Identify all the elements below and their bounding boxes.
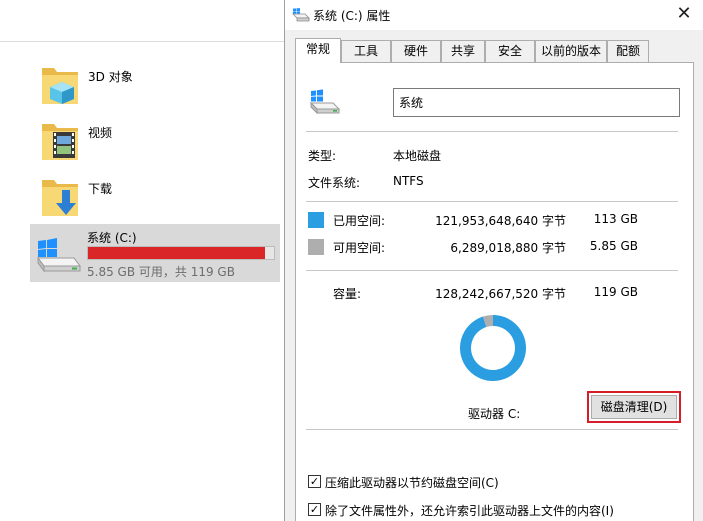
used-space-size: 113 GB — [593, 212, 638, 226]
folder-name: 视频 — [88, 126, 113, 140]
3d-objects-folder-icon — [42, 68, 78, 104]
free-space-size: 5.85 GB — [589, 239, 638, 253]
tab-hardware[interactable]: 硬件 — [391, 40, 441, 62]
capacity-label: 容量: — [333, 287, 362, 301]
hard-drive-icon — [309, 89, 341, 115]
disk-cleanup-button-label: 磁盘清理(D) — [591, 395, 677, 419]
folder-3d-objects[interactable]: 3D 对象 — [38, 62, 278, 112]
capacity-size: 119 GB — [593, 285, 638, 299]
tab-quota[interactable]: 配额 — [607, 40, 649, 62]
volume-name-input[interactable] — [393, 88, 680, 117]
free-space-swatch — [308, 239, 324, 255]
drive-c-item[interactable]: 系统 (C:) 5.85 GB 可用，共 119 GB — [30, 224, 280, 282]
capacity-bytes: 128,242,667,520 字节 — [435, 287, 566, 301]
compress-drive-checkbox[interactable]: ✓ — [308, 475, 321, 488]
file-system-value: NTFS — [393, 174, 424, 188]
disk-cleanup-button[interactable]: 磁盘清理(D) — [587, 391, 681, 423]
hard-drive-icon — [37, 238, 81, 273]
drive-properties-dialog: 系统 (C:) 属性 ✕ 常规 工具 硬件 共享 安全 以前的版本 配额 类型:… — [284, 0, 703, 521]
general-tab-panel: 类型: 本地磁盘 文件系统: NTFS 已用空间: 121,953,648,64… — [295, 62, 694, 521]
drive-usage-fill — [88, 247, 265, 259]
drive-free-summary: 5.85 GB 可用，共 119 GB — [87, 265, 235, 279]
file-explorer: 3D 对象 视频 下载 系统 (C:) 5.85 GB 可用，共 119 GB — [0, 0, 284, 521]
tab-previous-versions[interactable]: 以前的版本 — [535, 40, 607, 62]
close-icon[interactable]: ✕ — [664, 0, 703, 30]
folder-videos[interactable]: 视频 — [38, 118, 278, 168]
folder-downloads[interactable]: 下载 — [38, 174, 278, 224]
explorer-toolbar-area — [0, 0, 284, 42]
index-contents-checkbox[interactable]: ✓ — [308, 503, 321, 516]
used-space-bytes: 121,953,648,640 字节 — [435, 214, 566, 228]
file-system-label: 文件系统: — [308, 176, 361, 190]
folder-name: 下载 — [88, 182, 113, 196]
free-space-bytes: 6,289,018,880 字节 — [450, 241, 566, 255]
title-bar: 系统 (C:) 属性 ✕ — [285, 0, 703, 30]
disk-usage-donut-chart — [460, 315, 526, 381]
separator — [306, 270, 678, 271]
free-space-label: 可用空间: — [333, 241, 386, 255]
dialog-title: 系统 (C:) 属性 — [313, 9, 391, 23]
drive-title-icon — [292, 8, 310, 22]
used-space-swatch — [308, 212, 324, 228]
drive-name: 系统 (C:) — [87, 231, 137, 245]
folder-name: 3D 对象 — [88, 70, 133, 84]
type-value: 本地磁盘 — [393, 149, 442, 163]
tab-general[interactable]: 常规 — [295, 38, 341, 63]
index-contents-label: 除了文件属性外，还允许索引此驱动器上文件的内容(I) — [325, 504, 614, 518]
tab-sharing[interactable]: 共享 — [441, 40, 485, 62]
tab-security[interactable]: 安全 — [485, 40, 535, 62]
video-folder-icon — [42, 124, 78, 160]
tab-tools[interactable]: 工具 — [341, 40, 391, 62]
separator — [306, 131, 678, 132]
drive-usage-bar — [87, 246, 275, 260]
used-space-label: 已用空间: — [333, 214, 386, 228]
drive-letter-label: 驱动器 C: — [468, 407, 521, 421]
separator — [306, 201, 678, 202]
type-label: 类型: — [308, 149, 337, 163]
separator — [306, 429, 678, 430]
download-folder-icon — [42, 180, 78, 216]
compress-drive-label: 压缩此驱动器以节约磁盘空间(C) — [325, 476, 499, 490]
